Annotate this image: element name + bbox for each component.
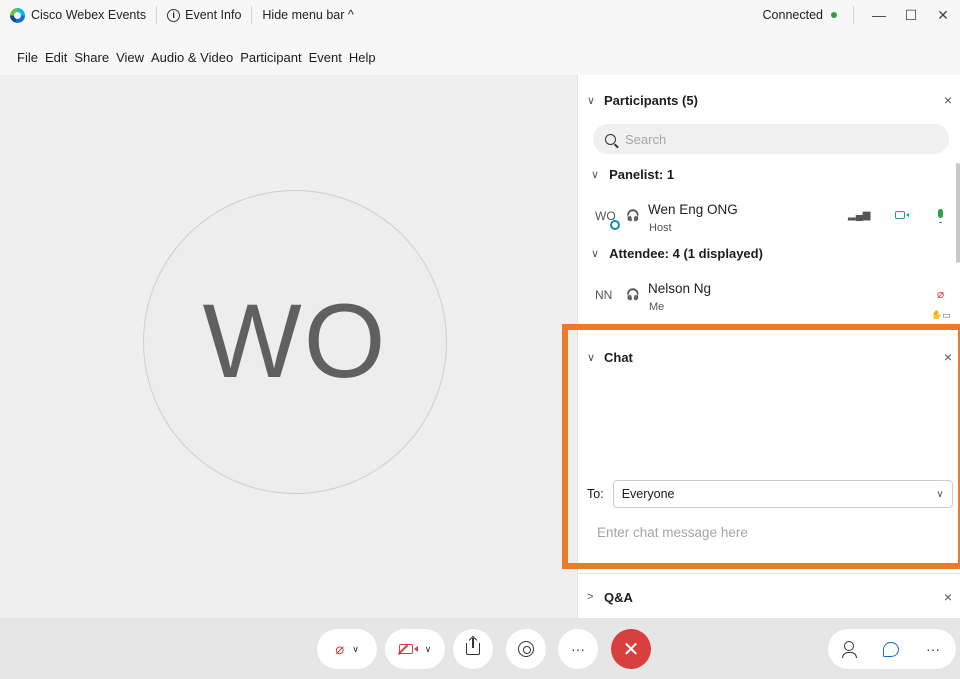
info-icon: i — [167, 8, 181, 22]
chevron-right-icon: > — [587, 591, 594, 603]
menu-event[interactable]: Event — [309, 50, 342, 65]
search-placeholder: Search — [625, 131, 667, 147]
microphone-on-icon — [938, 209, 943, 223]
side-panel: ∨ Participants (5) × Search ∨ Panelist: … — [577, 75, 960, 618]
presenter-avatar: WO — [143, 190, 447, 494]
attendee-group-label: Attendee: 4 (1 displayed) — [609, 246, 763, 261]
qa-header[interactable]: > Q&A × — [578, 582, 960, 612]
participant-name: Nelson Ng — [648, 281, 712, 296]
maximize-button[interactable]: ☐ — [898, 0, 924, 30]
event-info-button[interactable]: i Event Info — [157, 0, 251, 30]
chevron-down-icon: ∨ — [587, 94, 596, 107]
leave-event-button[interactable]: ✕ — [611, 629, 651, 669]
participants-scrollbar[interactable] — [956, 163, 960, 263]
video-stage: WO — [0, 75, 577, 618]
event-info-label: Event Info — [185, 8, 242, 22]
chevron-down-icon: ∨ — [587, 351, 596, 364]
microphone-muted-icon: ⌀ — [335, 641, 345, 658]
participants-toggle-button[interactable] — [828, 629, 870, 669]
participant-name: Wen Eng ONG — [648, 202, 738, 217]
record-icon — [518, 641, 534, 657]
app-name: Cisco Webex Events — [31, 8, 147, 22]
more-options-button[interactable]: ··· — [558, 629, 598, 669]
participant-role: Host — [649, 222, 672, 234]
mute-button[interactable]: ⌀ ∨ — [317, 629, 377, 669]
control-bar: ⌀ ∨ ∨ ··· ✕ ··· — [0, 618, 960, 679]
camera-on-icon — [895, 211, 909, 219]
headset-icon: 🎧 — [626, 289, 640, 301]
chevron-down-icon: ∨ — [936, 488, 944, 500]
share-button[interactable] — [453, 629, 493, 669]
recipient-value: Everyone — [621, 487, 675, 501]
divider — [578, 573, 960, 574]
participants-icon — [842, 641, 857, 658]
participants-header[interactable]: ∨ Participants (5) × — [578, 85, 960, 115]
chat-title: Chat — [604, 349, 633, 365]
camera-off-icon — [398, 644, 418, 654]
signal-strength-icon: ▂▄▆ — [848, 210, 871, 221]
close-qa-button[interactable]: × — [944, 589, 952, 605]
qa-title: Q&A — [604, 589, 633, 605]
chevron-down-icon: ∨ — [352, 643, 359, 654]
presenter-status-icon — [610, 220, 620, 230]
participant-row[interactable]: NN 🎧 Nelson Ng Me ⌀ ✋▭ — [593, 279, 960, 319]
share-icon — [466, 638, 480, 655]
menu-file[interactable]: File — [17, 50, 38, 65]
participant-role: Me — [649, 301, 665, 313]
chevron-down-icon: ∨ — [591, 169, 600, 181]
title-bar: Cisco Webex Events i Event Info Hide men… — [0, 0, 960, 30]
raise-hand-icon[interactable]: ✋▭ — [931, 310, 951, 319]
hide-menu-bar-button[interactable]: Hide menu bar ^ — [252, 0, 363, 30]
record-button[interactable] — [506, 629, 546, 669]
menu-share[interactable]: Share — [74, 50, 109, 65]
close-window-button[interactable]: ✕ — [930, 0, 956, 30]
connection-status: Connected — [762, 8, 823, 22]
webex-logo-icon — [10, 7, 25, 23]
chevron-down-icon: ∨ — [424, 643, 432, 654]
recipient-select[interactable]: Everyone ∨ — [612, 480, 953, 508]
menu-edit[interactable]: Edit — [45, 50, 67, 65]
panel-toggle-group: ··· — [828, 629, 956, 669]
avatar: NN — [595, 288, 613, 302]
more-panels-button[interactable]: ··· — [912, 629, 954, 669]
participant-search-input[interactable]: Search — [593, 124, 949, 154]
chat-icon — [883, 641, 899, 657]
menu-participant[interactable]: Participant — [240, 50, 301, 65]
panelist-group-label: Panelist: 1 — [609, 167, 675, 182]
menu-bar: File Edit Share View Audio & Video Parti… — [0, 48, 376, 66]
divider — [578, 327, 960, 328]
to-label: To: — [587, 487, 604, 501]
participant-row[interactable]: WO 🎧 Wen Eng ONG Host ▂▄▆ — [593, 200, 960, 234]
separator — [853, 6, 854, 24]
search-icon — [605, 133, 616, 145]
menu-help[interactable]: Help — [349, 50, 376, 65]
close-participants-button[interactable]: × — [944, 92, 952, 108]
connected-dot-icon — [831, 12, 837, 18]
close-chat-button[interactable]: × — [944, 349, 952, 365]
chat-header[interactable]: ∨ Chat × — [578, 342, 960, 372]
app-title: Cisco Webex Events — [0, 0, 156, 30]
video-button[interactable]: ∨ — [385, 629, 445, 669]
chat-recipient-row: To: Everyone ∨ — [587, 480, 957, 508]
hide-menu-bar-label: Hide menu bar ^ — [262, 8, 354, 22]
attendee-group-header[interactable]: ∨ Attendee: 4 (1 displayed) — [591, 246, 763, 261]
chat-toggle-button[interactable] — [870, 629, 912, 669]
chevron-down-icon: ∨ — [591, 248, 600, 260]
headset-icon: 🎧 — [626, 210, 640, 222]
microphone-muted-icon: ⌀ — [937, 287, 945, 301]
panelist-group-header[interactable]: ∨ Panelist: 1 — [591, 167, 674, 182]
menu-audio-video[interactable]: Audio & Video — [151, 50, 233, 65]
participants-title: Participants (5) — [604, 92, 698, 108]
menu-view[interactable]: View — [116, 50, 144, 65]
minimize-button[interactable]: — — [866, 0, 892, 30]
chat-message-input[interactable]: Enter chat message here — [597, 525, 748, 540]
